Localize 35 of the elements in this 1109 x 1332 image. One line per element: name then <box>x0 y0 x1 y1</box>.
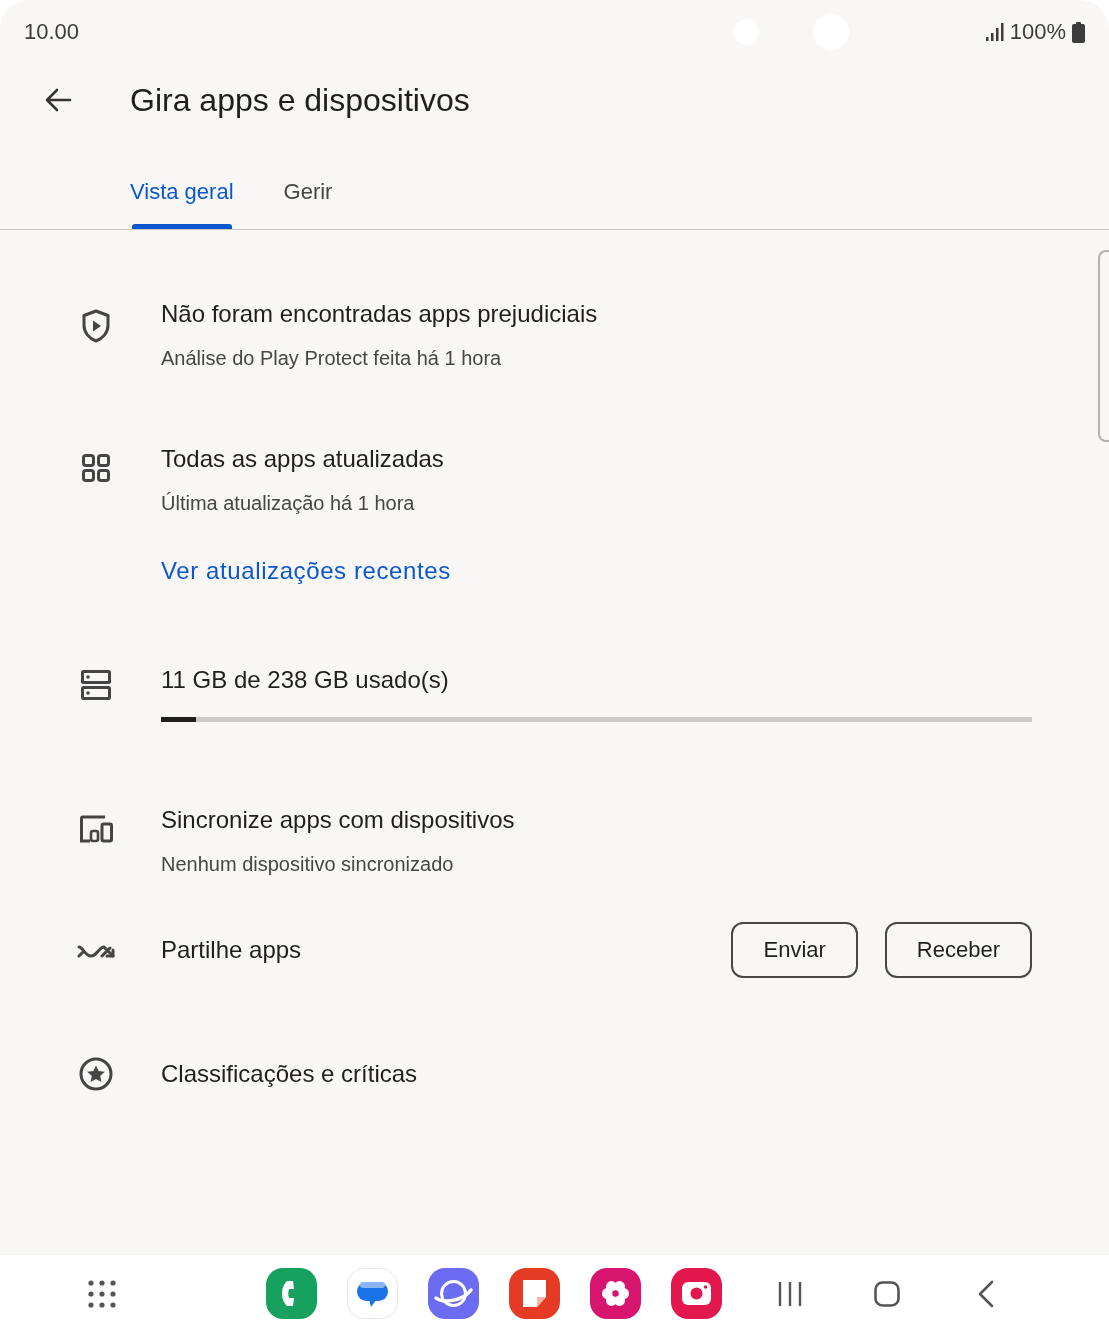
item-subtitle: Nenhum dispositivo sincronizado <box>161 852 455 877</box>
back-chevron-icon[interactable] <box>978 1279 994 1308</box>
star-circle-icon <box>79 1057 113 1091</box>
item-title: Não foram encontradas apps prejudiciais <box>161 299 599 329</box>
item-title: Sincronize apps com dispositivos <box>161 805 516 835</box>
devices-icon <box>79 815 113 843</box>
shield-play-icon <box>81 309 111 343</box>
recent-updates-link[interactable]: Ver atualizações recentes <box>161 553 451 589</box>
home-icon[interactable] <box>874 1280 900 1307</box>
storage-usage-text: 11 GB de 238 GB usado(s) <box>161 665 450 695</box>
four-squares-icon <box>82 454 110 482</box>
page-title: Gira apps e dispositivos <box>130 81 470 119</box>
outline-button[interactable]: Receber <box>884 922 1032 978</box>
notes-app-icon[interactable] <box>509 1268 560 1319</box>
item-title: Classificações e críticas <box>161 1059 419 1089</box>
apps-grid-icon[interactable] <box>88 1279 116 1308</box>
flower-app-icon[interactable] <box>590 1268 641 1319</box>
signal-icon <box>985 23 1004 41</box>
tab[interactable]: Gerir <box>283 167 333 229</box>
camera-app-icon[interactable] <box>671 1268 722 1319</box>
phone-app-icon[interactable] <box>266 1268 317 1319</box>
recents-icon[interactable] <box>778 1280 802 1307</box>
planet-app-icon[interactable] <box>428 1268 479 1319</box>
status-time: 10.00 <box>24 19 80 45</box>
tab[interactable]: Vista geral <box>130 167 234 229</box>
item-title: Partilhe apps <box>161 935 302 965</box>
chat-bubble-app-icon[interactable] <box>347 1268 398 1319</box>
item-title: Todas as apps atualizadas <box>161 444 445 474</box>
battery-icon <box>1072 21 1085 43</box>
item-subtitle: Última atualização há 1 hora <box>161 491 416 516</box>
battery-percentage: 100% <box>1009 19 1066 45</box>
storage-icon <box>81 670 111 700</box>
back-arrow-icon <box>44 88 72 112</box>
item-subtitle: Análise do Play Protect feita há 1 hora <box>161 346 503 371</box>
outline-button[interactable]: Enviar <box>731 922 858 978</box>
